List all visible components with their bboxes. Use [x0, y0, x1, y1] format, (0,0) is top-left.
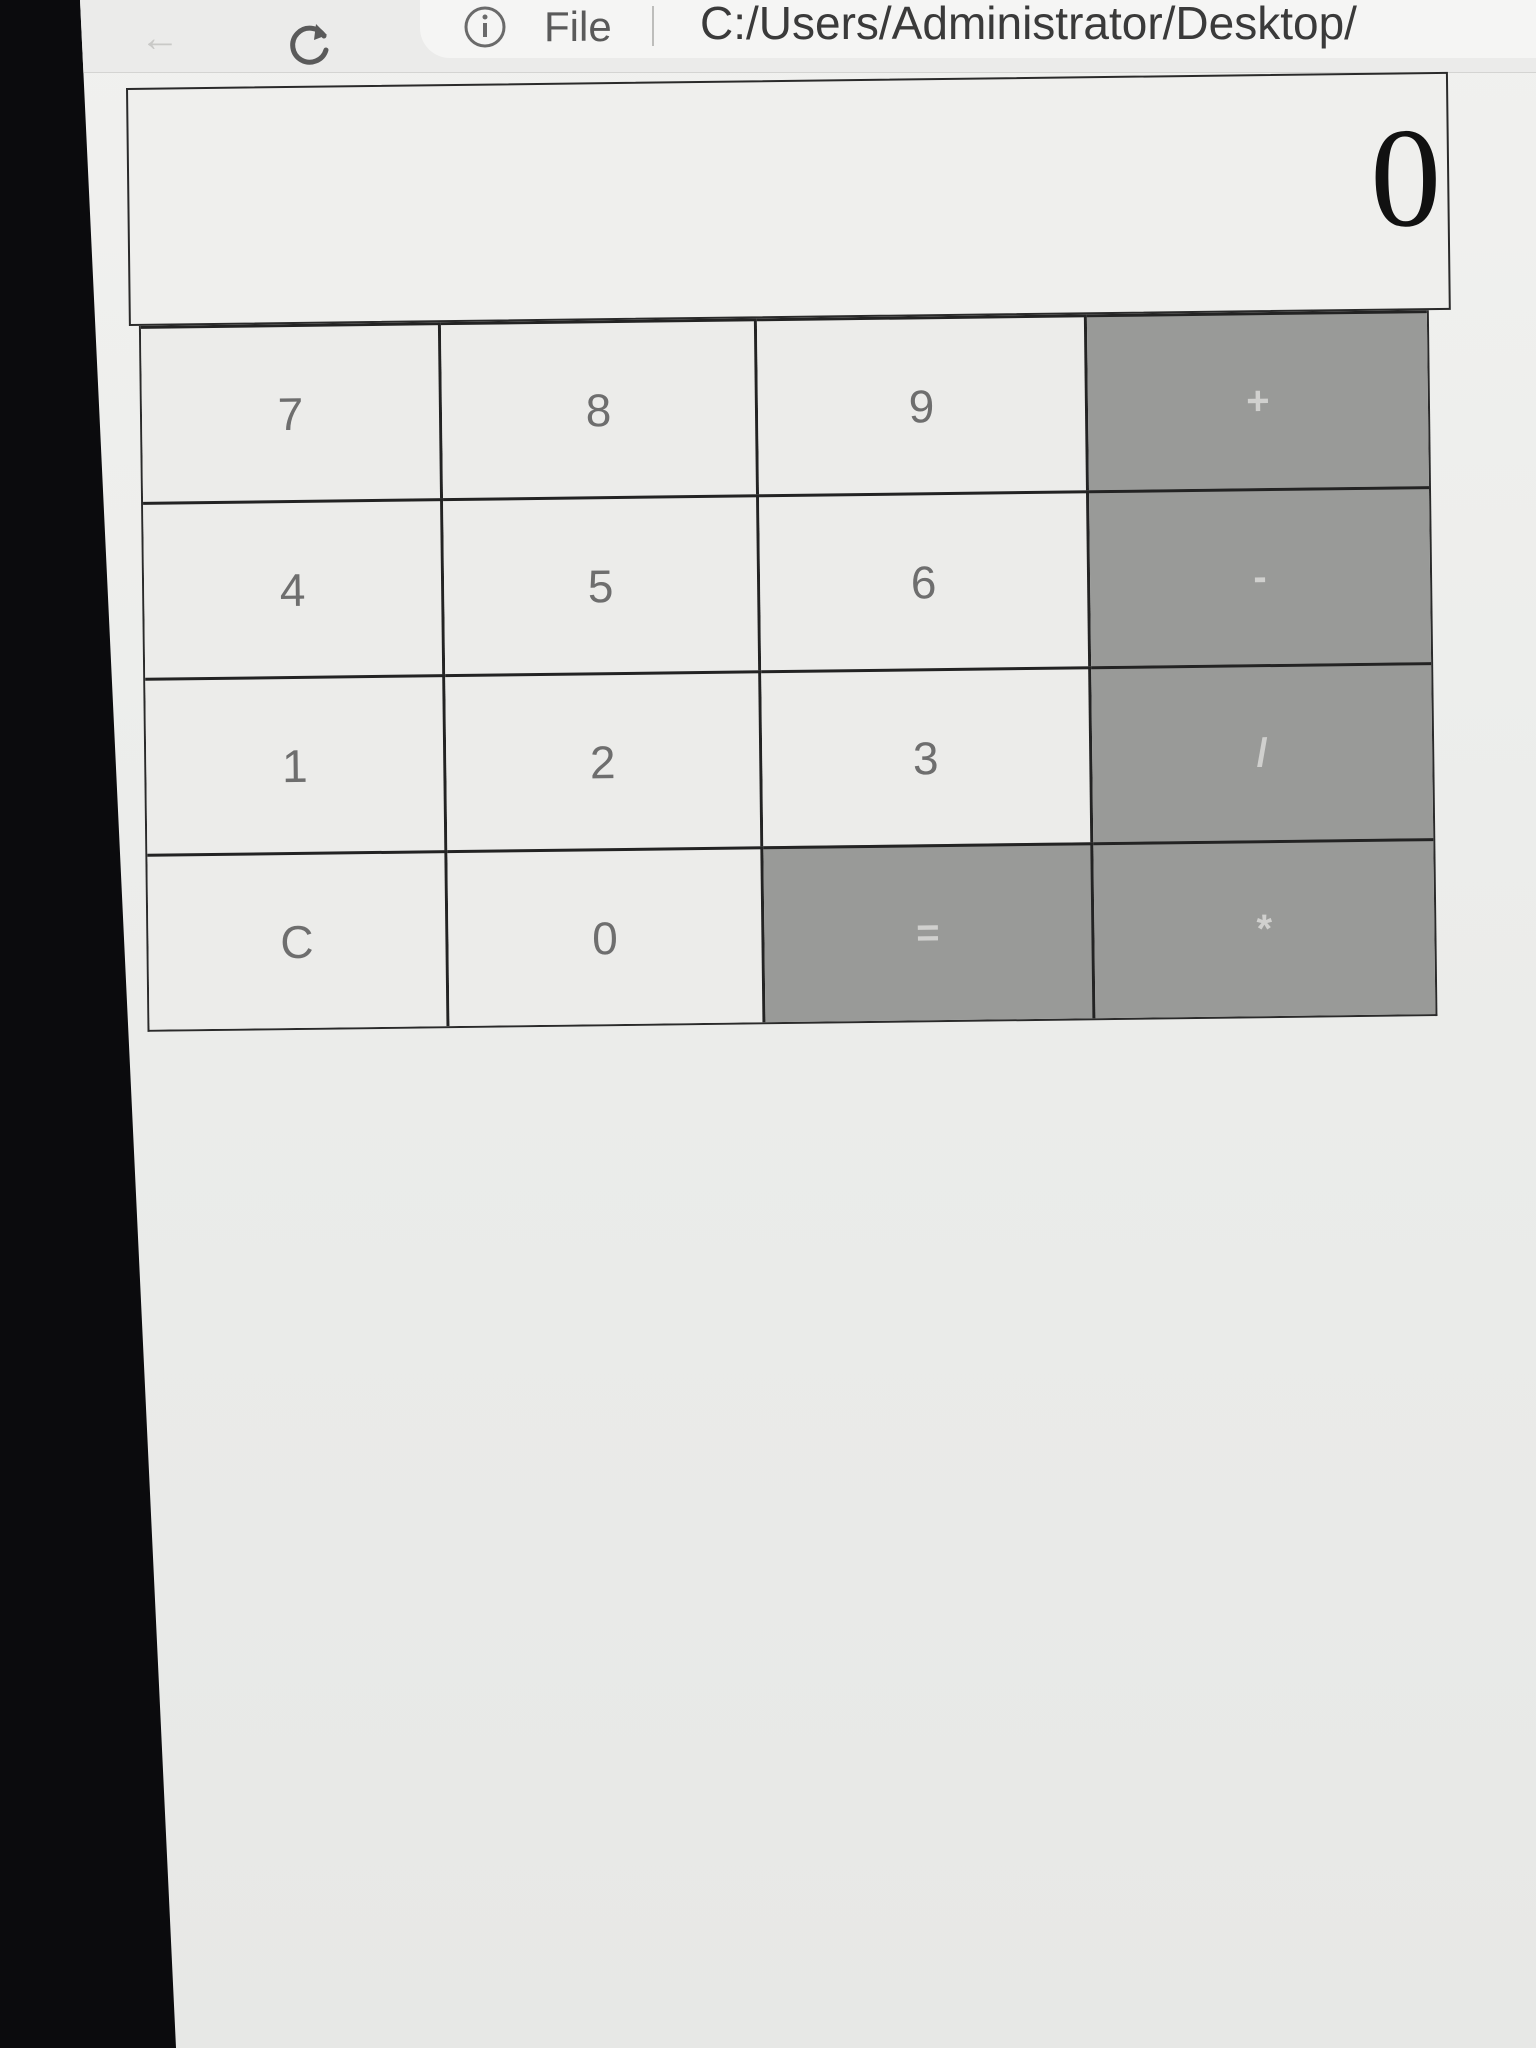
key-multiply[interactable]: * [1093, 838, 1436, 1019]
key-plus[interactable]: + [1086, 310, 1429, 491]
keypad: 7 8 9 + 4 5 6 - 1 2 3 / C 0 = * [138, 310, 1438, 1032]
key-9[interactable]: 9 [756, 314, 1089, 495]
back-button[interactable]: ← [140, 18, 200, 58]
key-4[interactable]: 4 [143, 498, 446, 678]
key-2[interactable]: 2 [445, 670, 764, 851]
key-3[interactable]: 3 [761, 666, 1094, 847]
scheme-label: File [544, 3, 612, 50]
key-6[interactable]: 6 [759, 490, 1092, 671]
display-value: 0 [1369, 97, 1443, 257]
address-separator [652, 6, 654, 46]
key-clear[interactable]: C [147, 850, 450, 1030]
key-equals[interactable]: = [763, 842, 1096, 1023]
key-5[interactable]: 5 [443, 494, 762, 675]
calculator-display: 0 [126, 71, 1451, 326]
info-icon[interactable] [462, 4, 508, 50]
url-text[interactable]: C:/Users/Administrator/Desktop/ [700, 0, 1536, 50]
key-0[interactable]: 0 [447, 846, 766, 1027]
key-8[interactable]: 8 [440, 318, 760, 499]
key-minus[interactable]: - [1088, 486, 1432, 667]
key-divide[interactable]: / [1091, 662, 1434, 843]
calculator: 0 7 8 9 + 4 5 6 - 1 2 3 / C 0 = * [126, 71, 1459, 1032]
key-1[interactable]: 1 [145, 674, 448, 854]
reload-icon[interactable] [280, 14, 340, 74]
key-7[interactable]: 7 [140, 322, 444, 502]
browser-viewport: ← File C:/Users/Administrator/Desktop/ 0… [80, 0, 1536, 2048]
